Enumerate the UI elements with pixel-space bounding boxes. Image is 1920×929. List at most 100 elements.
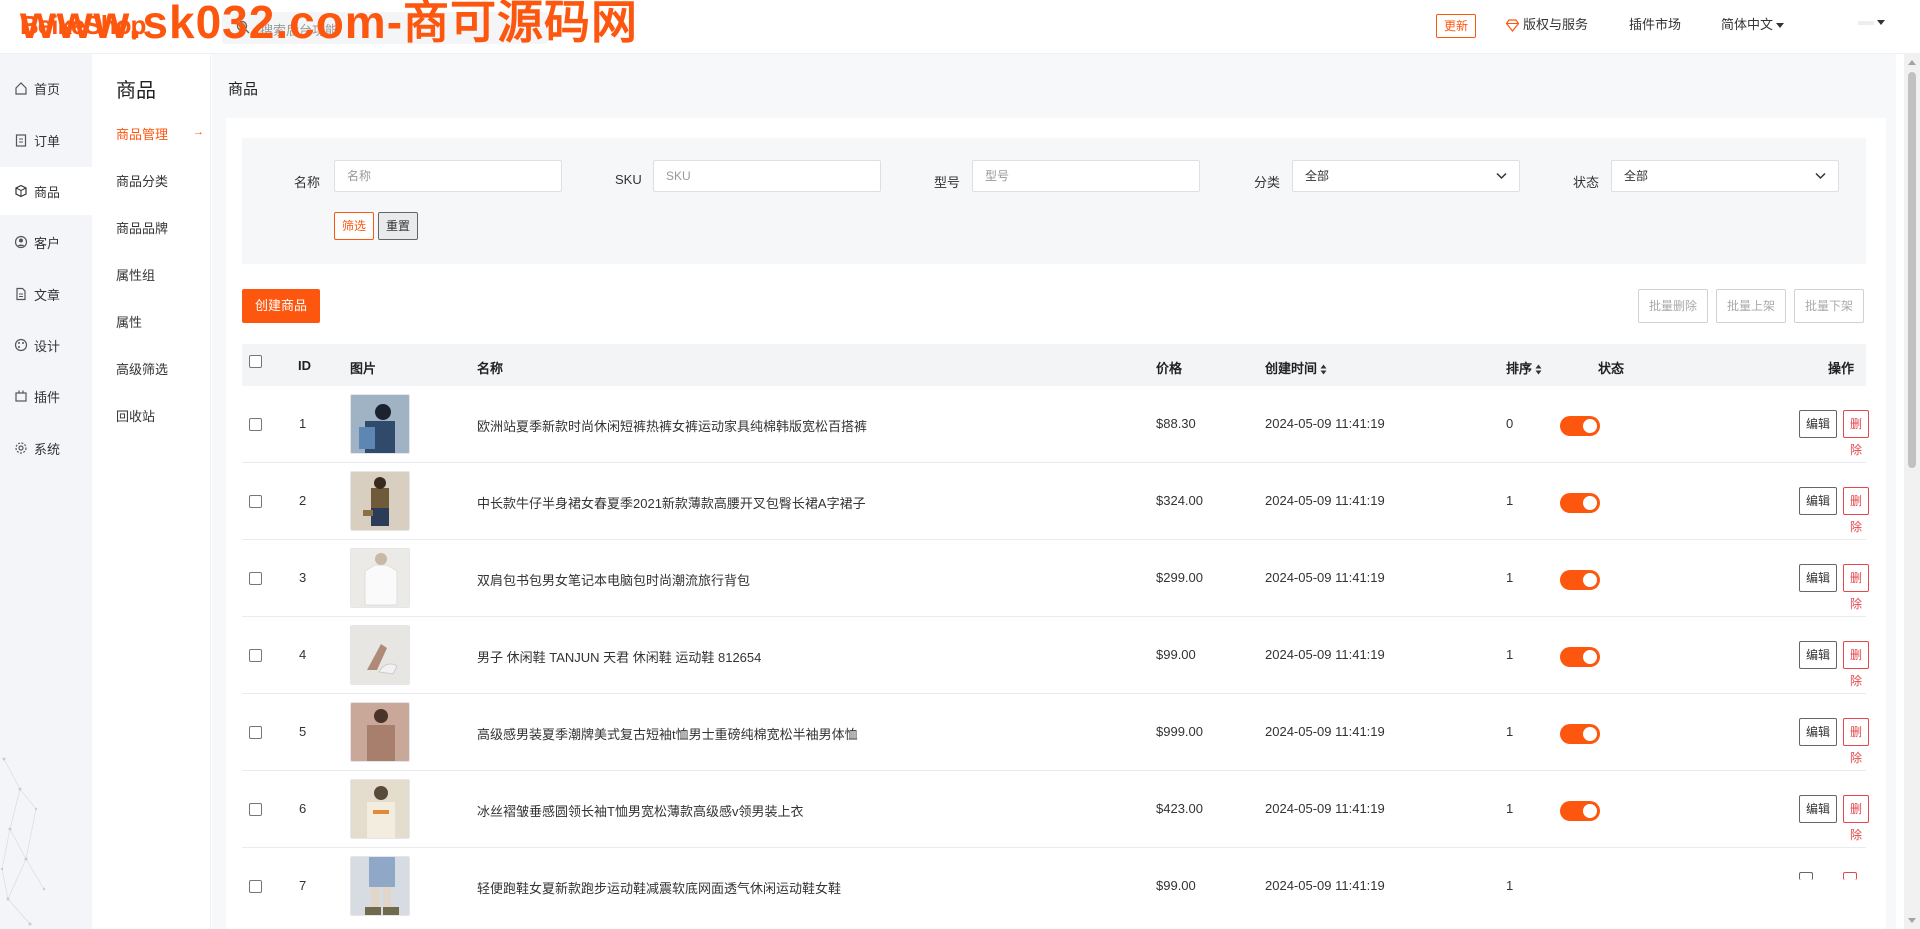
home-icon	[15, 82, 27, 95]
status-toggle[interactable]	[1560, 801, 1600, 821]
model-filter-input[interactable]: 型号	[972, 160, 1200, 192]
sort-order: 1	[1506, 570, 1514, 585]
sidebar-item-label: 文章	[34, 287, 61, 303]
edit-button[interactable]: 编辑	[1799, 564, 1838, 592]
sidebar-item-system[interactable]: 系统	[0, 424, 92, 472]
row-checkbox[interactable]	[249, 649, 262, 662]
delete-button[interactable]: 删除	[1843, 795, 1870, 842]
subnav-item-brands[interactable]: 商品品牌	[116, 218, 168, 237]
product-name: 高级感男装夏季潮牌美式复古短袖t恤男士重磅纯棉宽松半袖男体恤	[477, 727, 858, 742]
reset-button[interactable]: 重置	[378, 212, 419, 240]
subnav-item-attributes[interactable]: 属性	[116, 312, 142, 331]
product-image[interactable]	[350, 394, 410, 454]
sku-filter-input[interactable]: SKU	[653, 160, 881, 192]
avatar	[1858, 20, 1874, 25]
status-toggle[interactable]	[1560, 724, 1600, 744]
row-checkbox[interactable]	[249, 880, 262, 893]
status-toggle[interactable]	[1560, 570, 1600, 590]
status-filter-value: 全部	[1624, 169, 1649, 183]
palette-icon	[14, 338, 28, 352]
delete-button[interactable]: 删除	[1843, 718, 1870, 765]
product-image[interactable]	[350, 856, 410, 916]
product-price: $999.00	[1156, 724, 1203, 739]
product-image[interactable]	[350, 779, 410, 839]
subnav-item-attribute-groups[interactable]: 属性组	[116, 265, 155, 284]
sidebar-item-orders[interactable]: 订单	[0, 116, 92, 164]
edit-button[interactable]: 编辑	[1799, 795, 1838, 823]
product-image[interactable]	[350, 702, 410, 762]
model-filter-label: 型号	[934, 175, 961, 190]
name-filter-label: 名称	[294, 175, 321, 190]
sidebar-item-label: 订单	[34, 133, 61, 149]
category-filter-label: 分类	[1254, 175, 1281, 190]
sidebar-item-home[interactable]: 首页	[0, 64, 92, 112]
row-checkbox[interactable]	[249, 803, 262, 816]
row-checkbox[interactable]	[249, 495, 262, 508]
filter-button[interactable]: 筛选	[334, 212, 375, 240]
plugin-market-link[interactable]: 插件市场	[1629, 14, 1681, 33]
update-button[interactable]: 更新	[1436, 14, 1477, 38]
status-toggle[interactable]	[1560, 416, 1600, 436]
sidebar-item-design[interactable]: 设计	[0, 321, 92, 369]
edit-button[interactable]: 编辑	[1799, 487, 1838, 515]
language-label: 简体中文	[1721, 17, 1774, 32]
row-checkbox[interactable]	[249, 572, 262, 585]
page-scrollbar[interactable]	[1904, 54, 1920, 929]
copyright-link[interactable]: 版权与服务	[1523, 14, 1588, 33]
product-image[interactable]	[350, 625, 410, 685]
sort-order: 1	[1506, 647, 1514, 662]
column-header-sort[interactable]: 排序	[1506, 358, 1542, 377]
delete-button[interactable]: 删除	[1843, 487, 1870, 534]
language-dropdown[interactable]: 简体中文	[1721, 14, 1785, 33]
sidebar-item-customers[interactable]: 客户	[0, 218, 92, 266]
sidebar-item-products[interactable]: 商品	[0, 167, 92, 215]
delete-button[interactable]	[1843, 872, 1857, 880]
chevron-down-icon	[1776, 23, 1785, 29]
batch-unpublish-button[interactable]: 批量下架	[1794, 289, 1865, 323]
sort-order: 1	[1506, 493, 1514, 508]
edit-button[interactable]: 编辑	[1799, 641, 1838, 669]
subnav-item-advanced-filter[interactable]: 高级筛选	[116, 359, 168, 378]
table-row: 6 冰丝褶皱垂感圆领长袖T恤男宽松薄款高级感v领男装上衣 $423.00 202…	[242, 771, 1870, 848]
create-product-button[interactable]: 创建商品	[242, 289, 320, 323]
row-checkbox[interactable]	[249, 726, 262, 739]
product-image[interactable]	[350, 548, 410, 608]
created-time: 2024-05-09 11:41:19	[1265, 724, 1385, 739]
edit-button[interactable]: 编辑	[1799, 718, 1838, 746]
edit-button[interactable]	[1799, 872, 1813, 880]
edit-button[interactable]: 编辑	[1799, 410, 1838, 438]
subnav-item-product-management[interactable]: 商品管理	[116, 124, 168, 143]
status-filter-select[interactable]: 全部	[1611, 160, 1839, 192]
column-header-status: 状态	[1598, 361, 1625, 376]
product-image[interactable]	[350, 471, 410, 531]
row-checkbox[interactable]	[249, 418, 262, 431]
row-id: 4	[299, 647, 307, 662]
row-id: 6	[299, 801, 307, 816]
batch-delete-button[interactable]: 批量删除	[1638, 289, 1709, 323]
column-header-created[interactable]: 创建时间	[1265, 358, 1327, 377]
delete-button[interactable]: 删除	[1843, 641, 1870, 688]
status-toggle[interactable]	[1560, 493, 1600, 513]
sidebar-item-articles[interactable]: 文章	[0, 270, 92, 318]
status-toggle[interactable]	[1560, 647, 1600, 667]
name-filter-input[interactable]: 名称	[334, 160, 562, 192]
scroll-up-icon[interactable]	[1908, 60, 1916, 65]
delete-button[interactable]: 删除	[1843, 564, 1870, 611]
batch-publish-button[interactable]: 批量上架	[1716, 289, 1787, 323]
product-name: 欧洲站夏季新款时尚休闲短裤热裤女裤运动家具纯棉韩版宽松百搭裤	[477, 419, 868, 434]
subnav-item-recycle-bin[interactable]: 回收站	[116, 406, 155, 425]
category-filter-select[interactable]: 全部	[1292, 160, 1520, 192]
created-time: 2024-05-09 11:41:19	[1265, 878, 1385, 893]
sidebar-item-plugins[interactable]: 插件	[0, 372, 92, 420]
sidebar-item-label: 客户	[34, 235, 61, 251]
delete-button[interactable]: 删除	[1843, 410, 1870, 457]
scrollbar-thumb[interactable]	[1908, 72, 1916, 468]
column-header-id: ID	[298, 358, 311, 373]
select-all-checkbox[interactable]	[249, 355, 262, 368]
user-menu[interactable]	[1858, 14, 1885, 29]
sidebar-item-label: 商品	[34, 184, 61, 200]
scroll-down-icon[interactable]	[1908, 918, 1916, 923]
sort-order: 1	[1506, 801, 1514, 816]
column-header-name: 名称	[477, 361, 504, 376]
subnav-item-categories[interactable]: 商品分类	[116, 171, 168, 190]
